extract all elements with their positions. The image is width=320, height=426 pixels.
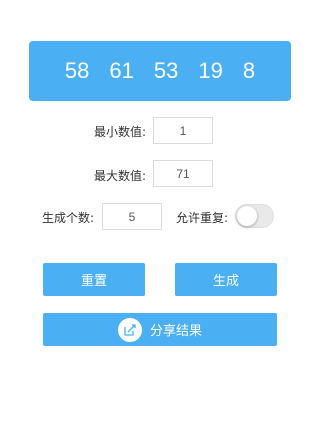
count-label: 生成个数: (42, 211, 95, 225)
toggle-knob (237, 206, 257, 226)
result-number: 8 (242, 58, 256, 83)
max-value-input[interactable] (153, 160, 213, 187)
count-input[interactable] (102, 203, 162, 230)
result-number: 19 (198, 58, 223, 83)
random-number-page: 58 61 53 19 8 最小数值: 最大数值: 生成个数: 允许重复: 重置… (0, 0, 320, 426)
generate-button[interactable]: 生成 (175, 263, 277, 296)
allow-repeat-label: 允许重复: (176, 211, 229, 225)
max-value-label: 最大数值: (94, 169, 147, 183)
share-results-button[interactable]: 分享结果 (43, 313, 277, 346)
result-number: 53 (153, 58, 179, 83)
min-value-input[interactable] (153, 117, 213, 144)
result-number: 61 (109, 58, 134, 83)
min-value-label: 最小数值: (94, 125, 147, 139)
share-edit-icon (117, 317, 142, 342)
result-display: 58 61 53 19 8 (29, 41, 291, 101)
share-results-label: 分享结果 (149, 324, 202, 339)
allow-repeat-toggle[interactable] (235, 204, 274, 228)
reset-button[interactable]: 重置 (43, 263, 145, 296)
result-number: 58 (64, 58, 90, 83)
